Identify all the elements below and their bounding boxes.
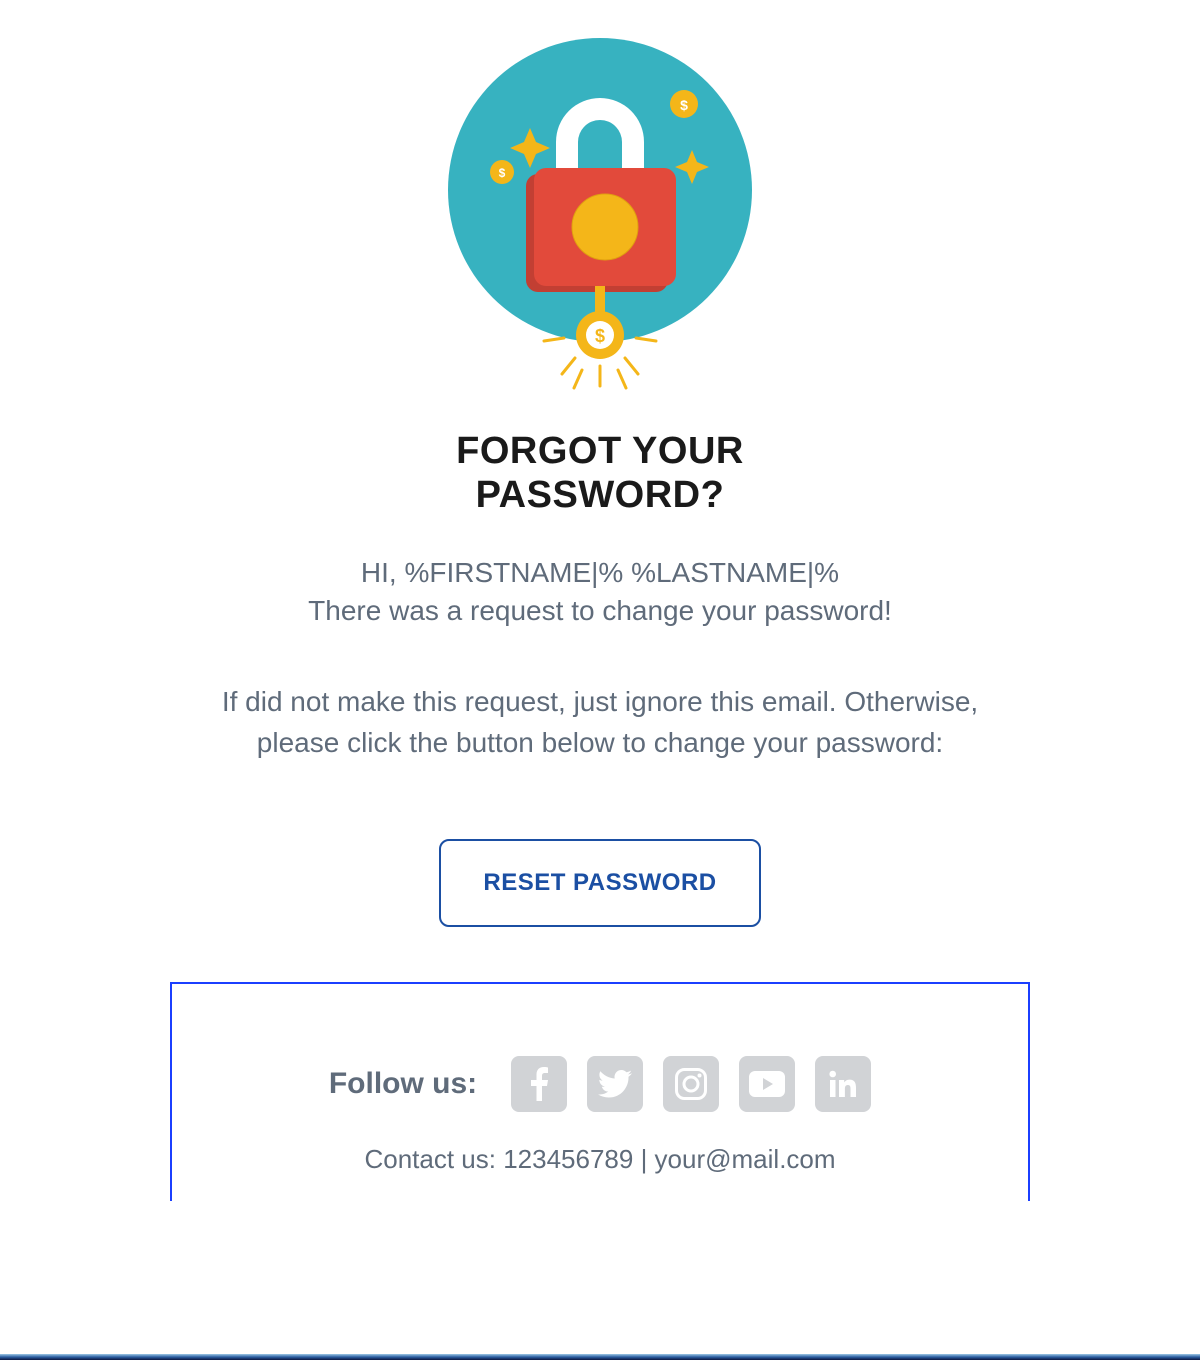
- contact-separator: |: [633, 1144, 654, 1174]
- youtube-icon[interactable]: [739, 1056, 795, 1112]
- contact-prefix: Contact us:: [364, 1144, 503, 1174]
- svg-text:$: $: [595, 326, 605, 346]
- social-row: Follow us:: [202, 1056, 998, 1112]
- linkedin-icon[interactable]: [815, 1056, 871, 1112]
- contact-email: your@mail.com: [655, 1144, 836, 1174]
- follow-label: Follow us:: [329, 1067, 477, 1101]
- hero-illustration: $ $ $: [430, 30, 770, 400]
- email-container: $ $ $ FORGOT YOUR PASSWORD? HI, %F: [140, 0, 1060, 1201]
- facebook-icon[interactable]: [511, 1056, 567, 1112]
- intro-text: There was a request to change your passw…: [140, 595, 1060, 627]
- contact-phone: 123456789: [503, 1144, 633, 1174]
- svg-text:$: $: [499, 166, 506, 180]
- page-title: FORGOT YOUR PASSWORD?: [350, 430, 850, 517]
- twitter-icon[interactable]: [587, 1056, 643, 1112]
- body-text: If did not make this request, just ignor…: [190, 682, 1010, 763]
- instagram-icon[interactable]: [663, 1056, 719, 1112]
- footer: Follow us: Contact us: 123456789 | your@…: [170, 982, 1030, 1201]
- svg-text:$: $: [680, 97, 688, 113]
- bottom-strip: [0, 1354, 1200, 1360]
- reset-password-button[interactable]: RESET PASSWORD: [439, 839, 760, 927]
- greeting-text: HI, %FIRSTNAME|% %LASTNAME|%: [140, 557, 1060, 589]
- contact-line: Contact us: 123456789 | your@mail.com: [202, 1144, 998, 1175]
